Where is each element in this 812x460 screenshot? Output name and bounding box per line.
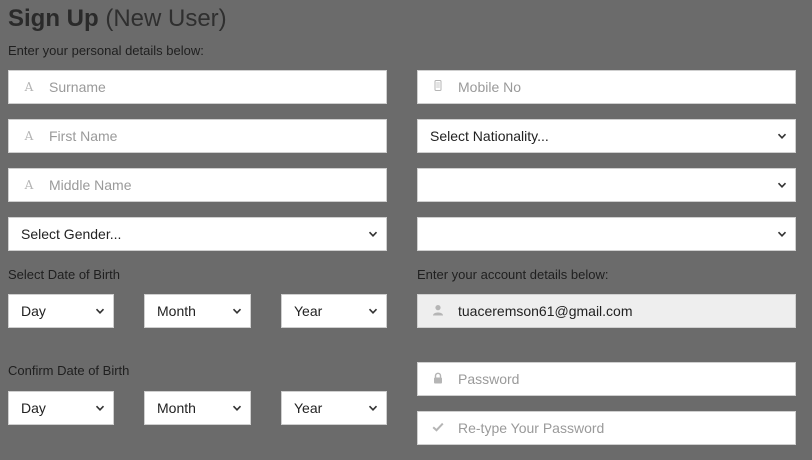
mobile-field[interactable]: Mobile No: [417, 70, 796, 104]
confirm-dob-day-select[interactable]: Day: [8, 391, 114, 425]
dob-month-value: Month: [157, 303, 196, 319]
chevron-down-icon: [232, 306, 242, 316]
chevron-down-icon: [777, 180, 787, 190]
confirm-dob-label: Confirm Date of Birth: [8, 363, 130, 378]
font-letter-icon: A: [24, 129, 34, 143]
mobile-placeholder: Mobile No: [458, 79, 522, 95]
confirm-dob-year-select[interactable]: Year: [281, 391, 387, 425]
dob-year-select[interactable]: Year: [281, 294, 387, 328]
title-subtitle: (New User): [105, 5, 227, 32]
nationality-select[interactable]: Select Nationality...: [417, 119, 796, 153]
first-name-field[interactable]: A First Name: [8, 119, 387, 153]
email-field[interactable]: tuaceremson61@gmail.com: [417, 294, 796, 328]
chevron-down-icon: [95, 403, 105, 413]
title-main: Sign Up: [8, 5, 99, 32]
gender-select[interactable]: Select Gender...: [8, 217, 387, 251]
confirm-dob-day-value: Day: [21, 400, 46, 416]
chevron-down-icon: [232, 403, 242, 413]
dob-day-select[interactable]: Day: [8, 294, 114, 328]
middle-name-field[interactable]: A Middle Name: [8, 168, 387, 202]
password-placeholder: Password: [458, 371, 520, 387]
chevron-down-icon: [368, 403, 378, 413]
font-letter-icon: A: [24, 178, 34, 192]
chevron-down-icon: [777, 131, 787, 141]
dob-label: Select Date of Birth: [8, 267, 120, 282]
account-details-instruction: Enter your account details below:: [417, 267, 609, 282]
retype-password-field[interactable]: Re-type Your Password: [417, 411, 796, 445]
chevron-down-icon: [368, 306, 378, 316]
dob-month-select[interactable]: Month: [144, 294, 251, 328]
confirm-dob-year-value: Year: [294, 400, 323, 416]
chevron-down-icon: [95, 306, 105, 316]
first-name-placeholder: First Name: [49, 128, 118, 144]
password-field[interactable]: Password: [417, 362, 796, 396]
check-icon: [429, 421, 447, 435]
gender-select-value: Select Gender...: [21, 226, 122, 242]
surname-placeholder: Surname: [49, 79, 106, 95]
city-select[interactable]: [417, 217, 796, 251]
mobile-phone-icon: [429, 80, 447, 94]
dob-day-value: Day: [21, 303, 46, 319]
confirm-dob-month-select[interactable]: Month: [144, 391, 251, 425]
chevron-down-icon: [368, 229, 378, 239]
retype-password-placeholder: Re-type Your Password: [458, 420, 605, 436]
lock-icon: [429, 372, 447, 387]
dob-year-value: Year: [294, 303, 323, 319]
region-select[interactable]: [417, 168, 796, 202]
email-value: tuaceremson61@gmail.com: [458, 303, 633, 319]
nationality-select-value: Select Nationality...: [430, 128, 549, 144]
surname-field[interactable]: A Surname: [8, 70, 387, 104]
page-title: Sign Up (New User): [8, 5, 227, 33]
font-letter-icon: A: [24, 80, 34, 94]
confirm-dob-month-value: Month: [157, 400, 196, 416]
personal-details-instruction: Enter your personal details below:: [8, 43, 204, 58]
user-icon: [429, 304, 447, 319]
middle-name-placeholder: Middle Name: [49, 177, 132, 193]
chevron-down-icon: [777, 229, 787, 239]
